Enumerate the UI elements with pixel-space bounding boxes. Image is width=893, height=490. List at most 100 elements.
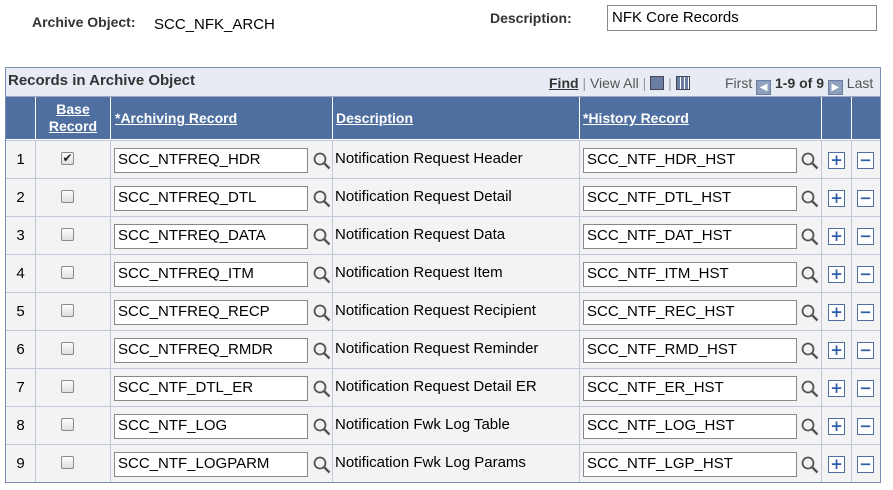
- delete-cell: −: [852, 293, 880, 330]
- history-record-input[interactable]: SCC_NTF_ITM_HST: [583, 262, 797, 287]
- delete-row-button[interactable]: −: [857, 418, 874, 435]
- archiving-record-input[interactable]: SCC_NTFREQ_RECP: [114, 300, 308, 325]
- zoom-icon[interactable]: [650, 76, 665, 90]
- lookup-icon[interactable]: [800, 265, 820, 285]
- table-row: 5 SCC_NTFREQ_RECP Notification Request Rec…: [6, 292, 880, 330]
- find-link[interactable]: Find: [549, 75, 579, 91]
- archiving-record-input[interactable]: SCC_NTF_LOG: [114, 414, 308, 439]
- base-record-cell: ✔: [36, 141, 111, 178]
- grid-pager: First ◀ 1-9 of 9 ▶ Last: [725, 75, 873, 95]
- archiving-record-input[interactable]: SCC_NTFREQ_RMDR: [114, 338, 308, 363]
- add-row-button[interactable]: +: [828, 456, 845, 473]
- lookup-icon[interactable]: [312, 189, 332, 209]
- base-record-checkbox[interactable]: [61, 266, 74, 279]
- archiving-record-input[interactable]: SCC_NTFREQ_ITM: [114, 262, 308, 287]
- delete-row-button[interactable]: −: [857, 304, 874, 321]
- add-row-button[interactable]: +: [828, 380, 845, 397]
- nav-separator: |: [668, 75, 672, 91]
- record-description: Notification Fwk Log Params: [335, 454, 526, 471]
- base-record-checkbox[interactable]: [61, 342, 74, 355]
- row-number: 2: [6, 179, 36, 216]
- add-row-button[interactable]: +: [828, 228, 845, 245]
- description-field[interactable]: NFK Core Records: [607, 5, 877, 31]
- archiving-record-input[interactable]: SCC_NTFREQ_HDR: [114, 148, 308, 173]
- history-record-input[interactable]: SCC_NTF_DTL_HST: [583, 186, 797, 211]
- delete-row-button[interactable]: −: [857, 342, 874, 359]
- previous-arrow-icon[interactable]: ◀: [756, 80, 772, 95]
- lookup-icon[interactable]: [800, 227, 820, 247]
- table-row: 9 SCC_NTF_LOGPARM Notification Fwk Log Par…: [6, 444, 880, 482]
- base-record-cell: [36, 179, 111, 216]
- column-header-history-record[interactable]: *History Record: [580, 97, 822, 139]
- history-record-input[interactable]: SCC_NTF_ER_HST: [583, 376, 797, 401]
- add-row-button[interactable]: +: [828, 418, 845, 435]
- base-record-cell: [36, 369, 111, 406]
- description-cell: Notification Fwk Log Params: [333, 445, 580, 482]
- view-all-link[interactable]: View All: [590, 75, 639, 91]
- delete-row-button[interactable]: −: [857, 228, 874, 245]
- lookup-icon[interactable]: [800, 189, 820, 209]
- download-icon[interactable]: [675, 76, 690, 90]
- base-record-checkbox[interactable]: ✔: [61, 152, 74, 165]
- base-record-cell: [36, 331, 111, 368]
- base-record-checkbox[interactable]: [61, 418, 74, 431]
- base-record-checkbox[interactable]: [61, 228, 74, 241]
- base-record-checkbox[interactable]: [61, 304, 74, 317]
- archiving-record-input[interactable]: SCC_NTF_DTL_ER: [114, 376, 308, 401]
- add-cell: +: [822, 293, 852, 330]
- column-header-archiving-record[interactable]: *Archiving Record: [111, 97, 333, 139]
- table-row: 7 SCC_NTF_DTL_ER Notification Request Deta…: [6, 368, 880, 406]
- lookup-icon[interactable]: [800, 303, 820, 323]
- history-record-input[interactable]: SCC_NTF_RMD_HST: [583, 338, 797, 363]
- lookup-icon[interactable]: [312, 341, 332, 361]
- next-arrow-icon[interactable]: ▶: [827, 80, 843, 95]
- archiving-record-input[interactable]: SCC_NTFREQ_DATA: [114, 224, 308, 249]
- grid-title: Records in Archive Object: [8, 72, 196, 89]
- column-header-delete: [852, 97, 880, 139]
- delete-row-button[interactable]: −: [857, 266, 874, 283]
- history-record-cell: SCC_NTF_ITM_HST: [580, 255, 822, 292]
- lookup-icon[interactable]: [800, 151, 820, 171]
- add-cell: +: [822, 445, 852, 482]
- history-record-cell: SCC_NTF_REC_HST: [580, 293, 822, 330]
- record-description: Notification Request Header: [335, 150, 523, 167]
- lookup-icon[interactable]: [312, 151, 332, 171]
- last-link[interactable]: Last: [847, 75, 873, 91]
- base-record-checkbox[interactable]: [61, 456, 74, 469]
- base-record-checkbox[interactable]: [61, 190, 74, 203]
- lookup-icon[interactable]: [800, 341, 820, 361]
- archiving-record-input[interactable]: SCC_NTFREQ_DTL: [114, 186, 308, 211]
- delete-row-button[interactable]: −: [857, 380, 874, 397]
- history-record-input[interactable]: SCC_NTF_HDR_HST: [583, 148, 797, 173]
- history-record-input[interactable]: SCC_NTF_DAT_HST: [583, 224, 797, 249]
- add-row-button[interactable]: +: [828, 342, 845, 359]
- archiving-record-input[interactable]: SCC_NTF_LOGPARM: [114, 452, 308, 477]
- lookup-icon[interactable]: [800, 417, 820, 437]
- lookup-icon[interactable]: [312, 227, 332, 247]
- lookup-icon[interactable]: [312, 379, 332, 399]
- lookup-icon[interactable]: [312, 303, 332, 323]
- description-cell: Notification Request Reminder: [333, 331, 580, 368]
- history-record-input[interactable]: SCC_NTF_LGP_HST: [583, 452, 797, 477]
- record-description: Notification Request Detail: [335, 188, 512, 205]
- history-record-input[interactable]: SCC_NTF_LOG_HST: [583, 414, 797, 439]
- base-record-checkbox[interactable]: [61, 380, 74, 393]
- column-header-description[interactable]: Description: [333, 97, 580, 139]
- lookup-icon[interactable]: [800, 379, 820, 399]
- add-row-button[interactable]: +: [828, 266, 845, 283]
- add-row-button[interactable]: +: [828, 190, 845, 207]
- delete-row-button[interactable]: −: [857, 152, 874, 169]
- column-header-base-record[interactable]: Base Record: [36, 97, 111, 139]
- history-record-input[interactable]: SCC_NTF_REC_HST: [583, 300, 797, 325]
- add-row-button[interactable]: +: [828, 304, 845, 321]
- records-grid: Records in Archive Object Find | View Al…: [5, 67, 881, 483]
- lookup-icon[interactable]: [312, 417, 332, 437]
- lookup-icon[interactable]: [312, 265, 332, 285]
- first-link[interactable]: First: [725, 75, 752, 91]
- lookup-icon[interactable]: [800, 455, 820, 475]
- add-row-button[interactable]: +: [828, 152, 845, 169]
- lookup-icon[interactable]: [312, 455, 332, 475]
- delete-row-button[interactable]: −: [857, 456, 874, 473]
- delete-row-button[interactable]: −: [857, 190, 874, 207]
- add-cell: +: [822, 141, 852, 178]
